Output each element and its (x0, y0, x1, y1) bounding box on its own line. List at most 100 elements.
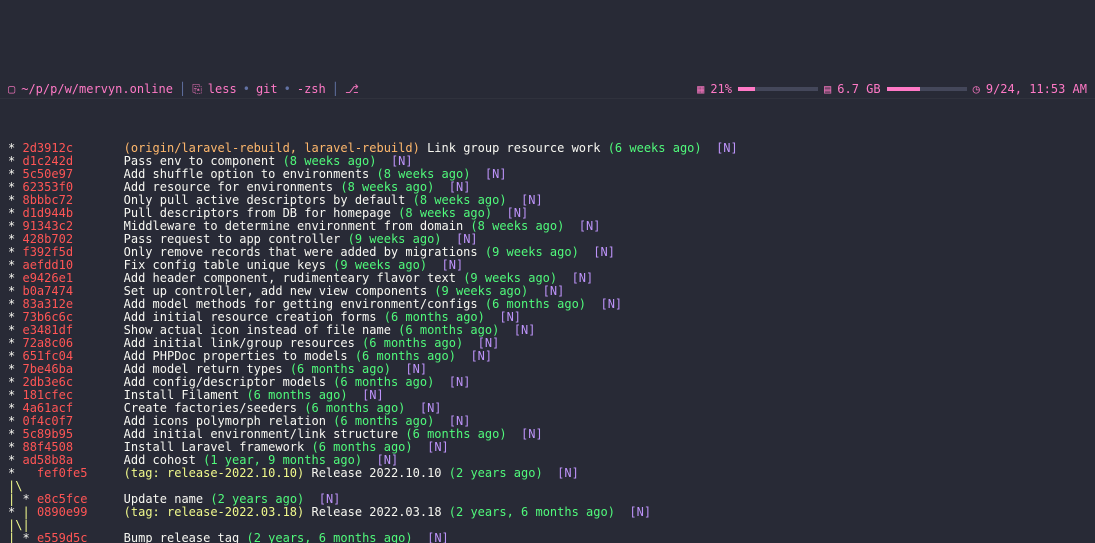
commit-age: (9 weeks ago) (485, 245, 579, 259)
graph-node-icon: * (8, 167, 15, 181)
commit-age: (6 months ago) (304, 401, 405, 415)
ram: 6.7 GB (837, 83, 880, 96)
graph-node-icon: * (8, 375, 15, 389)
commit-age: (1 year, 9 months ago) (203, 453, 362, 467)
commit-hash: 7be46ba (22, 362, 73, 376)
commit-hash: e559d5c (37, 531, 88, 543)
folder-icon: ▢ (8, 83, 15, 96)
commit-message: Install Filament (124, 388, 240, 402)
process: less (208, 83, 237, 96)
commit-message: Add initial resource creation forms (124, 310, 377, 324)
commit-hash: 0890e99 (37, 505, 88, 519)
commit-row: * fef0fe5 (tag: release-2022.10.10) Rele… (8, 467, 1087, 480)
commit-message: Pass request to app controller (124, 232, 341, 246)
status-left: ▢ ~/p/p/w/mervyn.online │ ⎘ less • git •… (8, 83, 359, 96)
commit-hash: 2d3912c (22, 141, 73, 155)
commit-age: (6 weeks ago) (608, 141, 702, 155)
cpu-icon: ▦ (697, 83, 704, 96)
ref-decoration: (origin/laravel-rebuild, laravel-rebuild… (124, 141, 420, 155)
clock: 9/24, 11:53 AM (986, 83, 1087, 96)
commit-message: Add header component, rudimenteary flavo… (124, 271, 456, 285)
commit-message: Add resource for environments (124, 180, 334, 194)
ref-decoration: (tag: release-2022.03.18) (124, 505, 305, 519)
commit-message: Pass env to component (124, 154, 276, 168)
commit-message: Middleware to determine environment from… (124, 219, 464, 233)
commit-message: Release 2022.03.18 (312, 505, 442, 519)
graph-node-icon: * (8, 180, 15, 194)
commit-message: Release 2022.10.10 (311, 466, 441, 480)
commit-message: Add initial environment/link structure (124, 427, 399, 441)
commit-flag: [N] (449, 414, 471, 428)
commit-message: Add shuffle option to environments (124, 167, 370, 181)
commit-age: (6 months ago) (333, 414, 434, 428)
commit-flag: [N] (362, 388, 384, 402)
graph-node-icon: * (8, 297, 15, 311)
graph-node-icon: * (8, 453, 15, 467)
commit-age: (9 weeks ago) (463, 271, 557, 285)
commit-age: (6 months ago) (246, 388, 347, 402)
graph-node-icon: * (8, 323, 15, 337)
commit-hash: e9426e1 (22, 271, 73, 285)
commit-age: (6 months ago) (290, 362, 391, 376)
commit-hash: 181cfec (22, 388, 73, 402)
commit-message: Add icons polymorph relation (124, 414, 326, 428)
commit-flag: [N] (579, 219, 601, 233)
graph-node-icon: * (8, 362, 15, 376)
graph-node-icon: * (22, 492, 29, 506)
graph-node-icon: * (8, 258, 15, 272)
commit-flag: [N] (543, 284, 565, 298)
commit-age: (2 years, 6 months ago) (246, 531, 412, 543)
commit-hash: 62353f0 (22, 180, 73, 194)
cpu-bar (738, 87, 818, 91)
commit-age: (9 weeks ago) (434, 284, 528, 298)
graph-node-icon: * (8, 401, 15, 415)
graph-node-icon: * (8, 284, 15, 298)
commit-age: (8 weeks ago) (377, 167, 471, 181)
commit-message: Set up controller, add new view componen… (124, 284, 427, 298)
commit-flag: [N] (557, 466, 579, 480)
commit-age: (6 months ago) (362, 336, 463, 350)
commit-hash: 83a312e (22, 297, 73, 311)
commit-flag: [N] (427, 440, 449, 454)
cpu-pct: 21% (710, 83, 732, 96)
commit-flag: [N] (499, 310, 521, 324)
commit-message: Show actual icon instead of file name (124, 323, 391, 337)
commit-hash: f392f5d (22, 245, 73, 259)
commit-hash: 651fc04 (22, 349, 73, 363)
status-right: ▦ 21% ▤ 6.7 GB ◷ 9/24, 11:53 AM (697, 83, 1087, 96)
commit-message: Fix config table unique keys (124, 258, 326, 272)
commit-hash: d1d944b (22, 206, 73, 220)
commit-hash: 91343c2 (22, 219, 73, 233)
commit-age: (8 weeks ago) (413, 193, 507, 207)
commit-flag: [N] (391, 154, 413, 168)
commit-flag: [N] (572, 271, 594, 285)
graph-node-icon: * (8, 414, 15, 428)
graph-node-icon: * (8, 336, 15, 350)
commit-hash: 5c89b95 (22, 427, 73, 441)
branch-icon: ⎇ (345, 83, 359, 96)
commit-hash: 5c50e97 (22, 167, 73, 181)
commit-flag: [N] (319, 492, 341, 506)
graph-node-icon: * (8, 349, 15, 363)
commit-flag: [N] (593, 245, 615, 259)
commit-hash: d1c242d (22, 154, 73, 168)
commit-hash: aefdd10 (22, 258, 73, 272)
graph-node-icon: * (8, 232, 15, 246)
commit-age: (2 years ago) (449, 466, 543, 480)
cwd: ~/p/p/w/mervyn.online (21, 83, 173, 96)
dot-icon: • (284, 83, 291, 96)
commit-message: Add config/descriptor models (124, 375, 326, 389)
shell: -zsh (297, 83, 326, 96)
clock-icon: ◷ (973, 83, 980, 96)
git-log-output[interactable]: * 2d3912c (origin/laravel-rebuild, larav… (0, 138, 1095, 543)
commit-message: Only pull active descriptors by default (124, 193, 406, 207)
commit-hash: e8c5fce (37, 492, 88, 506)
graph-node-icon: * (8, 466, 15, 480)
graph-line-icon: | (8, 531, 15, 543)
ref-decoration: (tag: release-2022.10.10) (124, 466, 305, 480)
separator-icon: │ (332, 83, 339, 96)
graph-node-icon: * (8, 154, 15, 168)
commit-flag: [N] (420, 401, 442, 415)
commit-hash: 2db3e6c (22, 375, 73, 389)
commit-age: (6 months ago) (405, 427, 506, 441)
